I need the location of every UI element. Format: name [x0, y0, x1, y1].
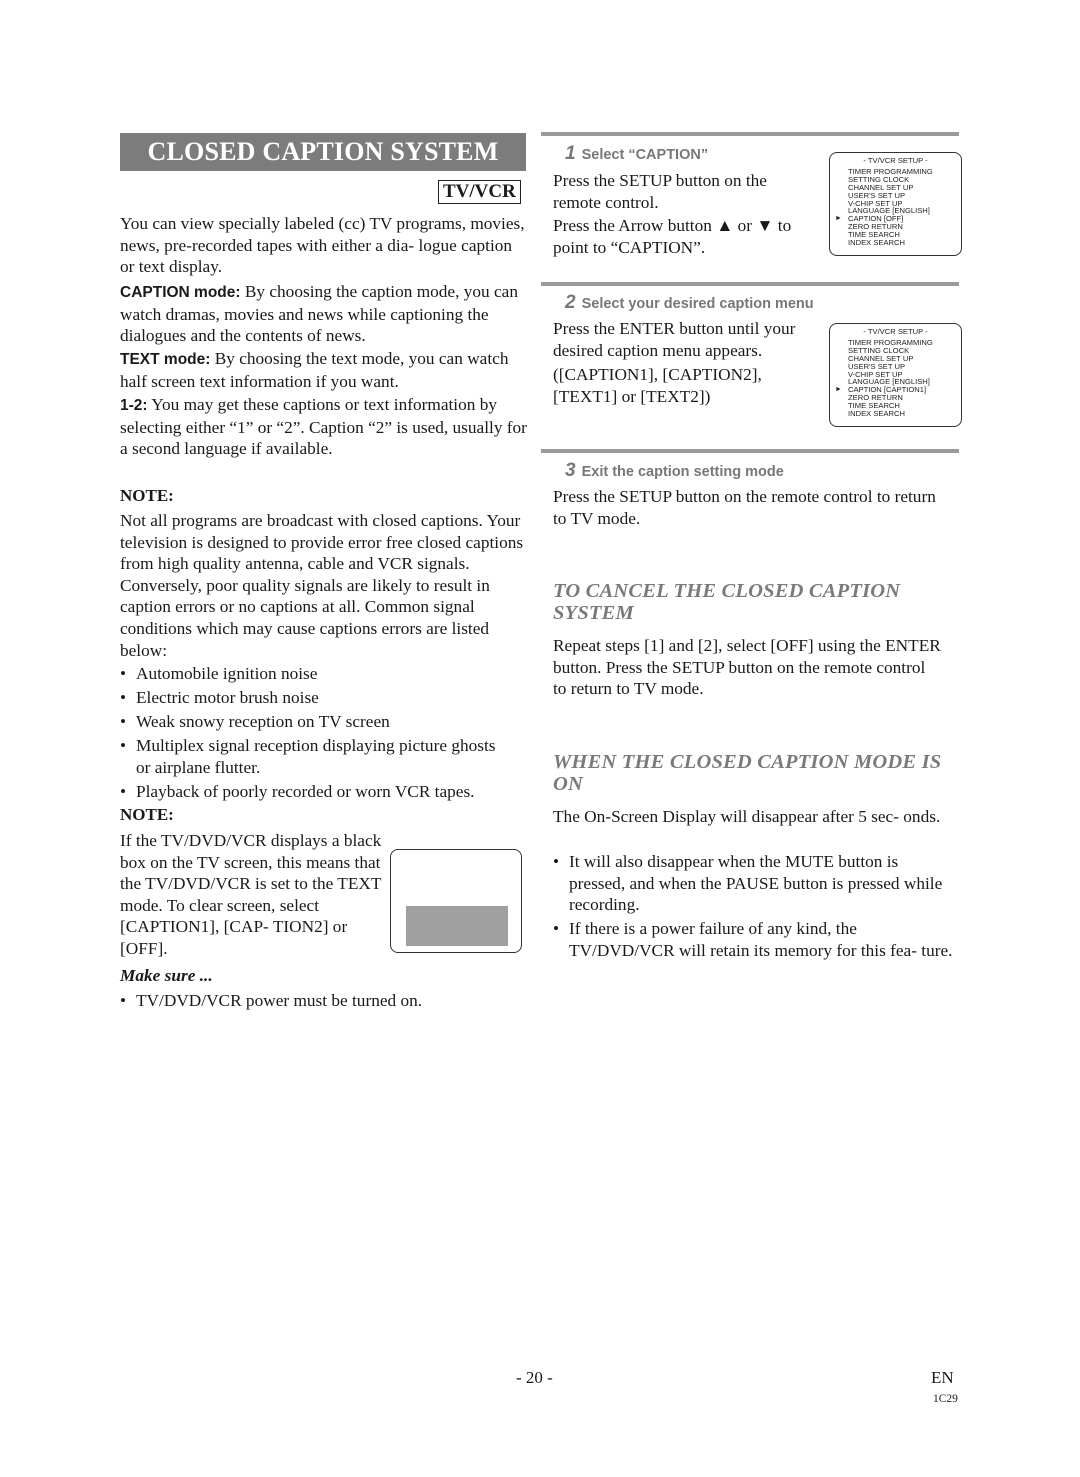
text-mode-black-box: [406, 906, 508, 946]
channel-select-label: 1-2:: [120, 397, 148, 414]
channel-select-text: You may get these captions or text infor…: [120, 395, 527, 459]
step-number: 1: [565, 143, 576, 164]
osd-menu-list: ► TIMER PROGRAMMING SETTING CLOCK CHANNE…: [830, 168, 961, 247]
osd-title: - TV/VCR SETUP -: [863, 327, 928, 336]
when-on-list: It will also disappear when the MUTE but…: [553, 851, 958, 961]
list-item: Multiplex signal reception displaying pi…: [120, 735, 506, 778]
caption-mode-paragraph: CAPTION mode: By choosing the caption mo…: [120, 281, 530, 347]
note-paragraph: Not all programs are broadcast with clos…: [120, 511, 524, 660]
cancel-paragraph: Repeat steps [1] and [2], select [OFF] u…: [553, 636, 941, 699]
list-item: Playback of poorly recorded or worn VCR …: [120, 781, 520, 803]
osd-setup-menu-1: - TV/VCR SETUP - ► TIMER PROGRAMMING SET…: [829, 152, 962, 256]
signal-conditions-list: Automobile ignition noise Electric motor…: [120, 663, 520, 802]
step-1-text-2: Press the Arrow button ▲ or ▼ to point t…: [553, 216, 792, 257]
when-on-paragraph: The On-Screen Display will disappear aft…: [553, 807, 941, 826]
intro-paragraph: You can view specially labeled (cc) TV p…: [120, 214, 525, 277]
osd-item: INDEX SEARCH: [848, 238, 905, 248]
step-title: Exit the caption setting mode: [581, 464, 784, 480]
page-number: - 20 -: [516, 1368, 553, 1387]
section-title: CLOSED CAPTION SYSTEM: [120, 133, 526, 171]
list-item: It will also disappear when the MUTE but…: [553, 851, 958, 916]
list-item: Weak snowy reception on TV screen: [120, 711, 520, 733]
osd-setup-menu-2: - TV/VCR SETUP - ► TIMER PROGRAMMING SET…: [829, 323, 962, 427]
note-heading-2: NOTE:: [120, 805, 174, 824]
step-2-text-1: Press the ENTER button until your desire…: [553, 319, 796, 360]
text-mode-label: TEXT mode:: [120, 351, 211, 368]
step-number: 2: [565, 292, 576, 313]
list-item: Electric motor brush noise: [120, 687, 520, 709]
step-3-text: Press the SETUP button on the remote con…: [553, 487, 936, 528]
osd-title: - TV/VCR SETUP -: [863, 156, 928, 165]
cancel-heading: TO CANCEL THE CLOSED CAPTION SYSTEM: [553, 580, 901, 624]
language-code: EN: [931, 1368, 954, 1387]
channel-select-paragraph: 1-2: You may get these captions or text …: [120, 394, 530, 460]
text-mode-paragraph: TEXT mode: By choosing the text mode, yo…: [120, 348, 530, 392]
step-1-heading: 1 Select “CAPTION”: [565, 143, 708, 165]
make-sure-heading: Make sure ...: [120, 966, 213, 985]
mode-badge: TV/VCR: [438, 180, 521, 204]
section-divider: [541, 132, 959, 136]
black-box-note: If the TV/DVD/VCR displays a black box o…: [120, 831, 382, 958]
step-1-text-1: Press the SETUP button on the remote con…: [553, 171, 767, 212]
caption-mode-label: CAPTION mode:: [120, 284, 241, 301]
step-2-heading: 2 Select your desired caption menu: [565, 292, 814, 314]
osd-menu-list: ► TIMER PROGRAMMING SETTING CLOCK CHANNE…: [830, 339, 961, 418]
note-heading: NOTE:: [120, 486, 174, 505]
step-title: Select “CAPTION”: [581, 147, 709, 163]
cursor-arrow-icon: ►: [835, 214, 842, 222]
step-2-text-2: ([CAPTION1], [CAPTION2], [TEXT1] or [TEX…: [553, 365, 762, 406]
when-on-heading: WHEN THE CLOSED CAPTION MODE IS ON: [553, 751, 942, 795]
make-sure-item: TV/DVD/VCR power must be turned on.: [120, 990, 536, 1012]
section-divider: [541, 282, 959, 286]
model-code: 1C29: [933, 1393, 958, 1405]
section-divider: [541, 449, 959, 453]
step-title: Select your desired caption menu: [581, 296, 814, 312]
list-item: If there is a power failure of any kind,…: [553, 918, 958, 961]
cursor-arrow-icon: ►: [835, 385, 842, 393]
step-3-heading: 3 Exit the caption setting mode: [565, 460, 784, 482]
osd-item: INDEX SEARCH: [848, 409, 905, 419]
step-number: 3: [565, 460, 576, 481]
list-item: Automobile ignition noise: [120, 663, 520, 685]
